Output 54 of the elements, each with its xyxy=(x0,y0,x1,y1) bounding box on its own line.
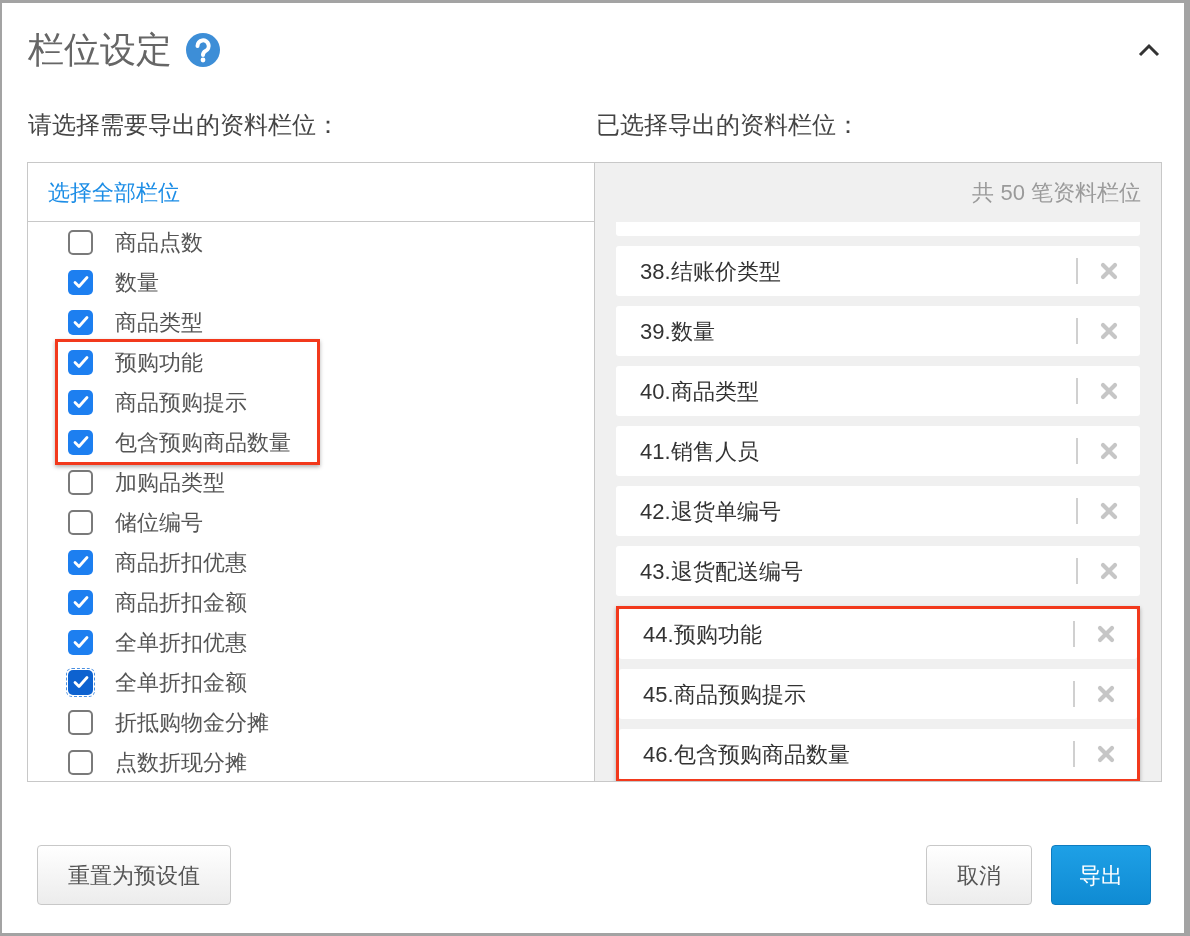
available-fields-heading: 请选择需要导出的资料栏位： xyxy=(27,110,341,140)
field-label: 45.商品预购提示 xyxy=(643,680,807,709)
field-label: 商品折扣金额 xyxy=(115,588,247,617)
field-label: 折抵购物金分摊 xyxy=(115,708,269,737)
field-label: 储位编号 xyxy=(115,508,203,537)
selected-fields-heading: 已选择导出的资料栏位： xyxy=(594,110,861,140)
checkbox[interactable] xyxy=(68,629,93,655)
checkbox[interactable] xyxy=(68,749,93,775)
field-label: 商品类型 xyxy=(115,308,203,337)
field-label: 包含预购商品数量 xyxy=(115,428,291,457)
chevron-up-icon[interactable] xyxy=(1138,43,1160,57)
checkbox[interactable] xyxy=(68,389,93,415)
checkbox[interactable] xyxy=(68,589,93,615)
field-label: 41.销售人员 xyxy=(640,437,760,466)
check-icon xyxy=(72,355,89,369)
field-label: 商品预购提示 xyxy=(115,388,247,417)
field-label: 商品折扣优惠 xyxy=(115,548,247,577)
field-label: 44.预购功能 xyxy=(643,620,763,649)
checkbox[interactable] xyxy=(68,709,93,735)
checkbox[interactable] xyxy=(68,309,93,335)
field-label: 预购功能 xyxy=(115,348,203,377)
checkbox[interactable] xyxy=(68,549,93,575)
check-icon xyxy=(72,435,89,449)
field-label: 39.数量 xyxy=(640,317,716,346)
check-icon xyxy=(72,555,89,569)
field-label: 全单折扣优惠 xyxy=(115,628,247,657)
field-label: 42.退货单编号 xyxy=(640,497,782,526)
check-icon xyxy=(72,595,89,609)
check-icon xyxy=(72,315,89,329)
field-label: 全单折扣金额 xyxy=(115,668,247,697)
checkbox[interactable] xyxy=(68,469,93,495)
dialog-title: 栏位设定 xyxy=(28,32,172,68)
select-all-link[interactable]: 选择全部栏位 xyxy=(48,175,180,209)
check-icon xyxy=(72,635,89,649)
check-icon xyxy=(72,275,89,289)
checkbox[interactable] xyxy=(68,229,93,255)
field-label: 40.商品类型 xyxy=(640,377,760,406)
field-label: 43.退货配送编号 xyxy=(640,557,804,586)
field-label: 数量 xyxy=(115,268,159,297)
check-icon xyxy=(72,395,89,409)
checkbox[interactable] xyxy=(68,509,93,535)
check-icon xyxy=(72,675,89,689)
field-label: 点数折现分摊 xyxy=(115,748,247,777)
footer-button[interactable]: 重置为预设值 xyxy=(37,845,231,905)
footer-button[interactable]: 取消 xyxy=(926,845,1032,905)
field-label: 38.结账价类型 xyxy=(640,257,782,286)
field-label: 46.包含预购商品数量 xyxy=(643,740,851,769)
help-icon[interactable] xyxy=(186,33,220,67)
checkbox[interactable] xyxy=(68,269,93,295)
field-label: 商品点数 xyxy=(115,228,203,257)
checkbox[interactable] xyxy=(68,349,93,375)
field-label: 加购品类型 xyxy=(115,468,225,497)
field-count: 共 50 笔资料栏位 xyxy=(972,179,1141,207)
checkbox[interactable] xyxy=(68,429,93,455)
